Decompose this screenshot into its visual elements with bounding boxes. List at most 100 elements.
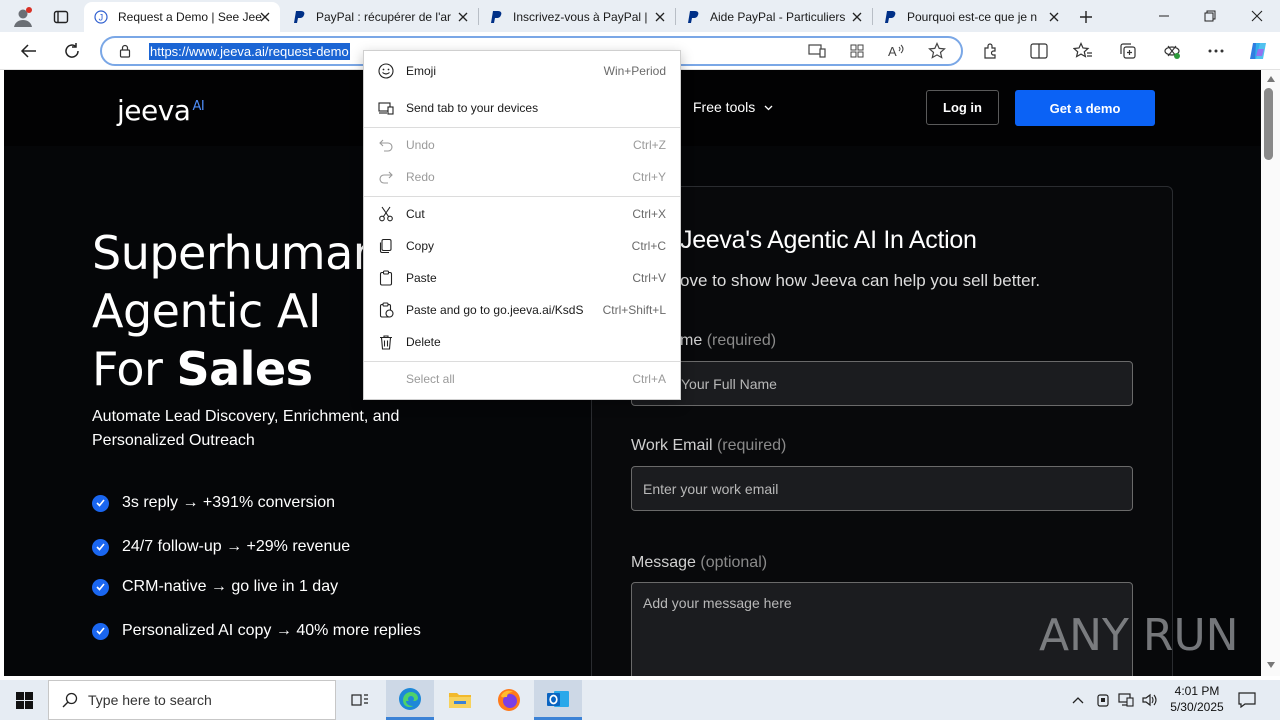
read-aloud-icon[interactable]: A	[886, 41, 908, 61]
profile-avatar-icon[interactable]	[10, 4, 36, 30]
start-button[interactable]	[0, 680, 48, 720]
tab-2[interactable]: Inscrivez-vous à PayPal |	[479, 2, 675, 32]
split-screen-icon[interactable]	[1028, 41, 1050, 61]
menu-shortcut: Ctrl+A	[632, 372, 666, 386]
get-demo-button[interactable]: Get a demo	[1015, 90, 1155, 126]
new-tab-icon[interactable]	[1073, 5, 1099, 29]
close-tab-icon[interactable]	[456, 10, 470, 24]
hero-line-1: Superhuman	[92, 226, 382, 280]
menu-label: Copy	[406, 239, 435, 253]
notifications-icon[interactable]	[1236, 686, 1258, 714]
tab-label: Request a Demo | See Jee	[118, 10, 262, 24]
undo-icon	[378, 137, 394, 153]
menu-label: Delete	[406, 335, 441, 349]
favorites-icon[interactable]	[1072, 41, 1094, 61]
security-shield-icon[interactable]	[1093, 688, 1113, 712]
refresh-icon[interactable]	[59, 39, 85, 63]
benefit-item: 3s reply → +391% conversion	[92, 494, 335, 512]
required-hint: (required)	[716, 437, 787, 454]
work-email-placeholder: Enter your work email	[643, 480, 779, 497]
nav-free-tools-label: Free tools	[693, 99, 756, 115]
send-tab-icon	[378, 100, 394, 116]
extensions-icon[interactable]	[980, 41, 1002, 61]
close-tab-icon[interactable]	[258, 10, 272, 24]
network-icon[interactable]	[1116, 688, 1136, 712]
outlook-icon[interactable]	[534, 680, 582, 720]
menu-item-delete[interactable]: Delete	[364, 327, 680, 357]
close-tab-icon[interactable]	[1047, 10, 1061, 24]
clock-date: 5/30/2025	[1170, 700, 1224, 714]
lock-icon[interactable]	[116, 42, 134, 60]
name-label: me (required)	[680, 332, 776, 350]
minimize-icon[interactable]	[1144, 2, 1184, 30]
close-window-icon[interactable]	[1237, 2, 1277, 30]
tab-3[interactable]: Aide PayPal - Particuliers	[676, 2, 872, 32]
menu-item-cut[interactable]: Cut Ctrl+X	[364, 199, 680, 229]
tab-4[interactable]: Pourquoi est-ce que je n	[873, 2, 1069, 32]
menu-label: Emoji	[406, 64, 437, 78]
benefit-item: 24/7 follow-up → +29% revenue	[92, 538, 350, 556]
nav-free-tools[interactable]: Free tools	[693, 99, 773, 115]
firefox-icon[interactable]	[485, 680, 533, 720]
collections-icon[interactable]	[1117, 41, 1139, 61]
menu-label: Cut	[406, 207, 425, 221]
full-name-input[interactable]: Your Full Name	[631, 361, 1133, 406]
message-placeholder: Add your message here	[643, 595, 792, 611]
optional-hint: (optional)	[700, 554, 768, 571]
system-clock[interactable]: 4:01 PM 5/30/2025	[1160, 683, 1234, 715]
task-view-icon[interactable]	[336, 680, 384, 720]
edge-taskbar-icon[interactable]	[386, 680, 434, 720]
full-name-placeholder: Your Full Name	[681, 375, 777, 392]
close-tab-icon[interactable]	[653, 10, 667, 24]
menu-item-emoji[interactable]: Emoji Win+Period	[364, 56, 680, 86]
restore-icon[interactable]	[1190, 2, 1230, 30]
file-explorer-icon[interactable]	[436, 680, 484, 720]
benefit-text: 3s reply → +391% conversion	[122, 494, 335, 511]
email-label-text: Work Email	[631, 437, 713, 454]
benefit-text: CRM-native → go live in 1 day	[122, 578, 339, 595]
more-options-icon[interactable]	[1205, 41, 1227, 61]
name-label-text: me	[680, 332, 703, 349]
tab-0[interactable]: J Request a Demo | See Jee	[84, 2, 280, 32]
favorite-star-icon[interactable]	[926, 41, 948, 61]
page-scrollbar[interactable]	[1261, 70, 1280, 676]
message-label: Message (optional)	[631, 554, 767, 572]
scroll-down-icon[interactable]	[1267, 662, 1275, 668]
menu-item-paste[interactable]: Paste Ctrl+V	[364, 263, 680, 293]
menu-item-undo[interactable]: Undo Ctrl+Z	[364, 130, 680, 160]
benefit-item: Personalized AI copy → 40% more replies	[92, 622, 421, 640]
back-icon[interactable]	[16, 39, 42, 63]
app-available-icon[interactable]	[806, 41, 828, 61]
url-text[interactable]: https://www.jeeva.ai/request-demo	[149, 43, 350, 60]
scroll-up-icon[interactable]	[1267, 76, 1275, 82]
volume-icon[interactable]	[1140, 688, 1160, 712]
menu-label: Undo	[406, 138, 435, 152]
menu-item-redo[interactable]: Redo Ctrl+Y	[364, 162, 680, 192]
browser-essentials-icon[interactable]	[1161, 41, 1183, 61]
benefit-item: CRM-native → go live in 1 day	[92, 578, 338, 596]
tab-1[interactable]: PayPal : récupérer de l'ar	[282, 2, 478, 32]
paste-go-icon	[378, 302, 394, 318]
menu-item-paste-and-go[interactable]: Paste and go to go.jeeva.ai/KsdS Ctrl+Sh…	[364, 295, 680, 325]
work-email-input[interactable]: Enter your work email	[631, 466, 1133, 511]
tab-actions-icon[interactable]	[48, 4, 74, 30]
menu-shortcut: Ctrl+Z	[633, 138, 666, 152]
menu-shortcut: Ctrl+C	[631, 239, 666, 253]
check-circle-icon	[92, 622, 109, 640]
menu-shortcut: Ctrl+Shift+L	[602, 303, 666, 317]
menu-separator	[364, 127, 680, 128]
clock-time: 4:01 PM	[1174, 684, 1220, 698]
show-hidden-icons-icon[interactable]	[1068, 688, 1088, 712]
menu-item-send-tab[interactable]: Send tab to your devices	[364, 93, 680, 123]
close-tab-icon[interactable]	[850, 10, 864, 24]
grid-icon[interactable]	[846, 41, 868, 61]
login-button[interactable]: Log in	[926, 90, 999, 125]
scroll-thumb[interactable]	[1264, 88, 1273, 160]
menu-label: Send tab to your devices	[406, 101, 539, 115]
hero-subtitle: Automate Lead Discovery, Enrichment, and…	[92, 408, 400, 449]
copilot-icon[interactable]	[1245, 39, 1271, 63]
taskbar-search-box[interactable]: Type here to search	[48, 680, 336, 720]
menu-item-copy[interactable]: Copy Ctrl+C	[364, 231, 680, 261]
menu-item-select-all[interactable]: Select all Ctrl+A	[364, 364, 680, 394]
jeeva-logo[interactable]: jeeva AI	[117, 94, 205, 127]
